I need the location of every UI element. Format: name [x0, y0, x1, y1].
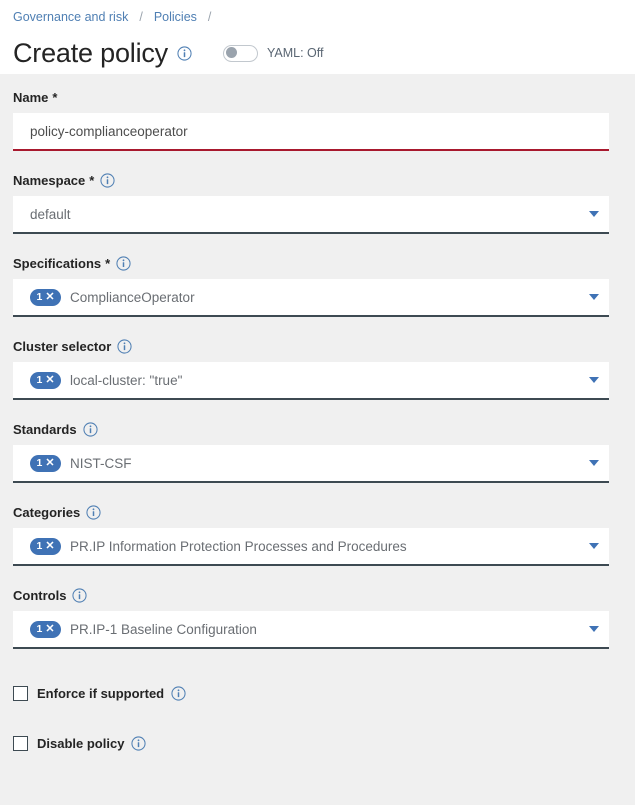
toggle-knob [226, 47, 237, 58]
field-controls: Controls 1 ✕ PR.IP-1 Baseline Configurat… [0, 566, 635, 649]
close-icon[interactable]: ✕ [45, 292, 54, 303]
chevron-down-icon[interactable] [589, 377, 599, 383]
chip-count: 1 [36, 375, 42, 386]
disable-policy-label: Disable policy [37, 736, 124, 751]
info-icon[interactable] [116, 256, 131, 271]
selection-count-chip[interactable]: 1 ✕ [30, 621, 61, 638]
chip-count: 1 [36, 292, 42, 303]
chip-count: 1 [36, 541, 42, 552]
label-categories: Categories [13, 503, 609, 521]
name-input-value: policy-complianceoperator [30, 124, 599, 139]
label-name: Name * [13, 88, 609, 106]
breadcrumb-item-policies[interactable]: Policies [154, 9, 197, 25]
page-header: Governance and risk / Policies / Create … [0, 0, 635, 74]
form-body: Name * policy-complianceoperator Namespa… [0, 74, 635, 754]
info-icon[interactable] [171, 686, 186, 701]
controls-select[interactable]: 1 ✕ PR.IP-1 Baseline Configuration [13, 611, 609, 649]
selection-count-chip[interactable]: 1 ✕ [30, 538, 61, 555]
enforce-if-supported-label: Enforce if supported [37, 686, 164, 701]
chevron-down-icon[interactable] [589, 460, 599, 466]
chevron-down-icon[interactable] [589, 543, 599, 549]
specifications-select[interactable]: 1 ✕ ComplianceOperator [13, 279, 609, 317]
info-icon[interactable] [100, 173, 115, 188]
field-name: Name * policy-complianceoperator [0, 74, 635, 151]
controls-select-value: PR.IP-1 Baseline Configuration [70, 622, 581, 637]
label-specifications: Specifications * [13, 254, 609, 272]
standards-select-value: NIST-CSF [70, 456, 581, 471]
categories-select-value: PR.IP Information Protection Processes a… [70, 539, 581, 554]
chip-count: 1 [36, 624, 42, 635]
checkbox-row-disable-policy[interactable]: Disable policy [0, 732, 635, 754]
namespace-select[interactable]: default [13, 196, 609, 234]
label-namespace: Namespace * [13, 171, 609, 189]
chevron-down-icon[interactable] [589, 626, 599, 632]
disable-policy-checkbox[interactable] [13, 736, 28, 751]
name-input[interactable]: policy-complianceoperator [13, 113, 609, 151]
breadcrumb-item-governance-and-risk[interactable]: Governance and risk [13, 9, 128, 25]
specifications-select-value: ComplianceOperator [70, 290, 581, 305]
selection-count-chip[interactable]: 1 ✕ [30, 289, 61, 306]
label-controls-text: Controls [13, 588, 66, 603]
cluster-selector-select[interactable]: 1 ✕ local-cluster: "true" [13, 362, 609, 400]
label-controls: Controls [13, 586, 609, 604]
chevron-down-icon[interactable] [589, 211, 599, 217]
info-icon[interactable] [131, 736, 146, 751]
breadcrumb: Governance and risk / Policies / [0, 7, 635, 27]
breadcrumb-separator-2: / [208, 9, 211, 25]
label-specifications-text: Specifications [13, 256, 101, 271]
namespace-select-value: default [30, 207, 581, 222]
yaml-toggle-wrap: YAML: Off [223, 45, 324, 62]
label-cluster-selector-text: Cluster selector [13, 339, 111, 354]
info-icon[interactable] [86, 505, 101, 520]
close-icon[interactable]: ✕ [45, 624, 54, 635]
yaml-toggle-label: YAML: Off [267, 46, 324, 60]
field-specifications: Specifications * 1 ✕ ComplianceOperator [0, 234, 635, 317]
field-namespace: Namespace * default [0, 151, 635, 234]
label-cluster-selector: Cluster selector [13, 337, 609, 355]
label-specifications-required: * [105, 256, 110, 271]
info-icon[interactable] [72, 588, 87, 603]
label-name-text: Name [13, 90, 48, 105]
label-name-required: * [52, 90, 57, 105]
info-icon[interactable] [177, 46, 192, 61]
standards-select[interactable]: 1 ✕ NIST-CSF [13, 445, 609, 483]
create-policy-page: Governance and risk / Policies / Create … [0, 0, 635, 805]
categories-select[interactable]: 1 ✕ PR.IP Information Protection Process… [13, 528, 609, 566]
label-namespace-text: Namespace [13, 173, 85, 188]
yaml-toggle[interactable] [223, 45, 258, 62]
label-standards: Standards [13, 420, 609, 438]
breadcrumb-separator-1: / [139, 9, 142, 25]
cluster-selector-select-value: local-cluster: "true" [70, 373, 581, 388]
info-icon[interactable] [83, 422, 98, 437]
selection-count-chip[interactable]: 1 ✕ [30, 372, 61, 389]
field-cluster-selector: Cluster selector 1 ✕ local-cluster: "tru… [0, 317, 635, 400]
chevron-down-icon[interactable] [589, 294, 599, 300]
enforce-if-supported-checkbox[interactable] [13, 686, 28, 701]
field-standards: Standards 1 ✕ NIST-CSF [0, 400, 635, 483]
page-title: Create policy [13, 37, 168, 69]
close-icon[interactable]: ✕ [45, 458, 54, 469]
close-icon[interactable]: ✕ [45, 375, 54, 386]
field-categories: Categories 1 ✕ PR.IP Information Protect… [0, 483, 635, 566]
title-row: Create policy YAML: Off [0, 34, 635, 72]
label-namespace-required: * [89, 173, 94, 188]
checkbox-row-enforce-if-supported[interactable]: Enforce if supported [0, 682, 635, 704]
chip-count: 1 [36, 458, 42, 469]
selection-count-chip[interactable]: 1 ✕ [30, 455, 61, 472]
label-categories-text: Categories [13, 505, 80, 520]
label-standards-text: Standards [13, 422, 77, 437]
info-icon[interactable] [117, 339, 132, 354]
close-icon[interactable]: ✕ [45, 541, 54, 552]
